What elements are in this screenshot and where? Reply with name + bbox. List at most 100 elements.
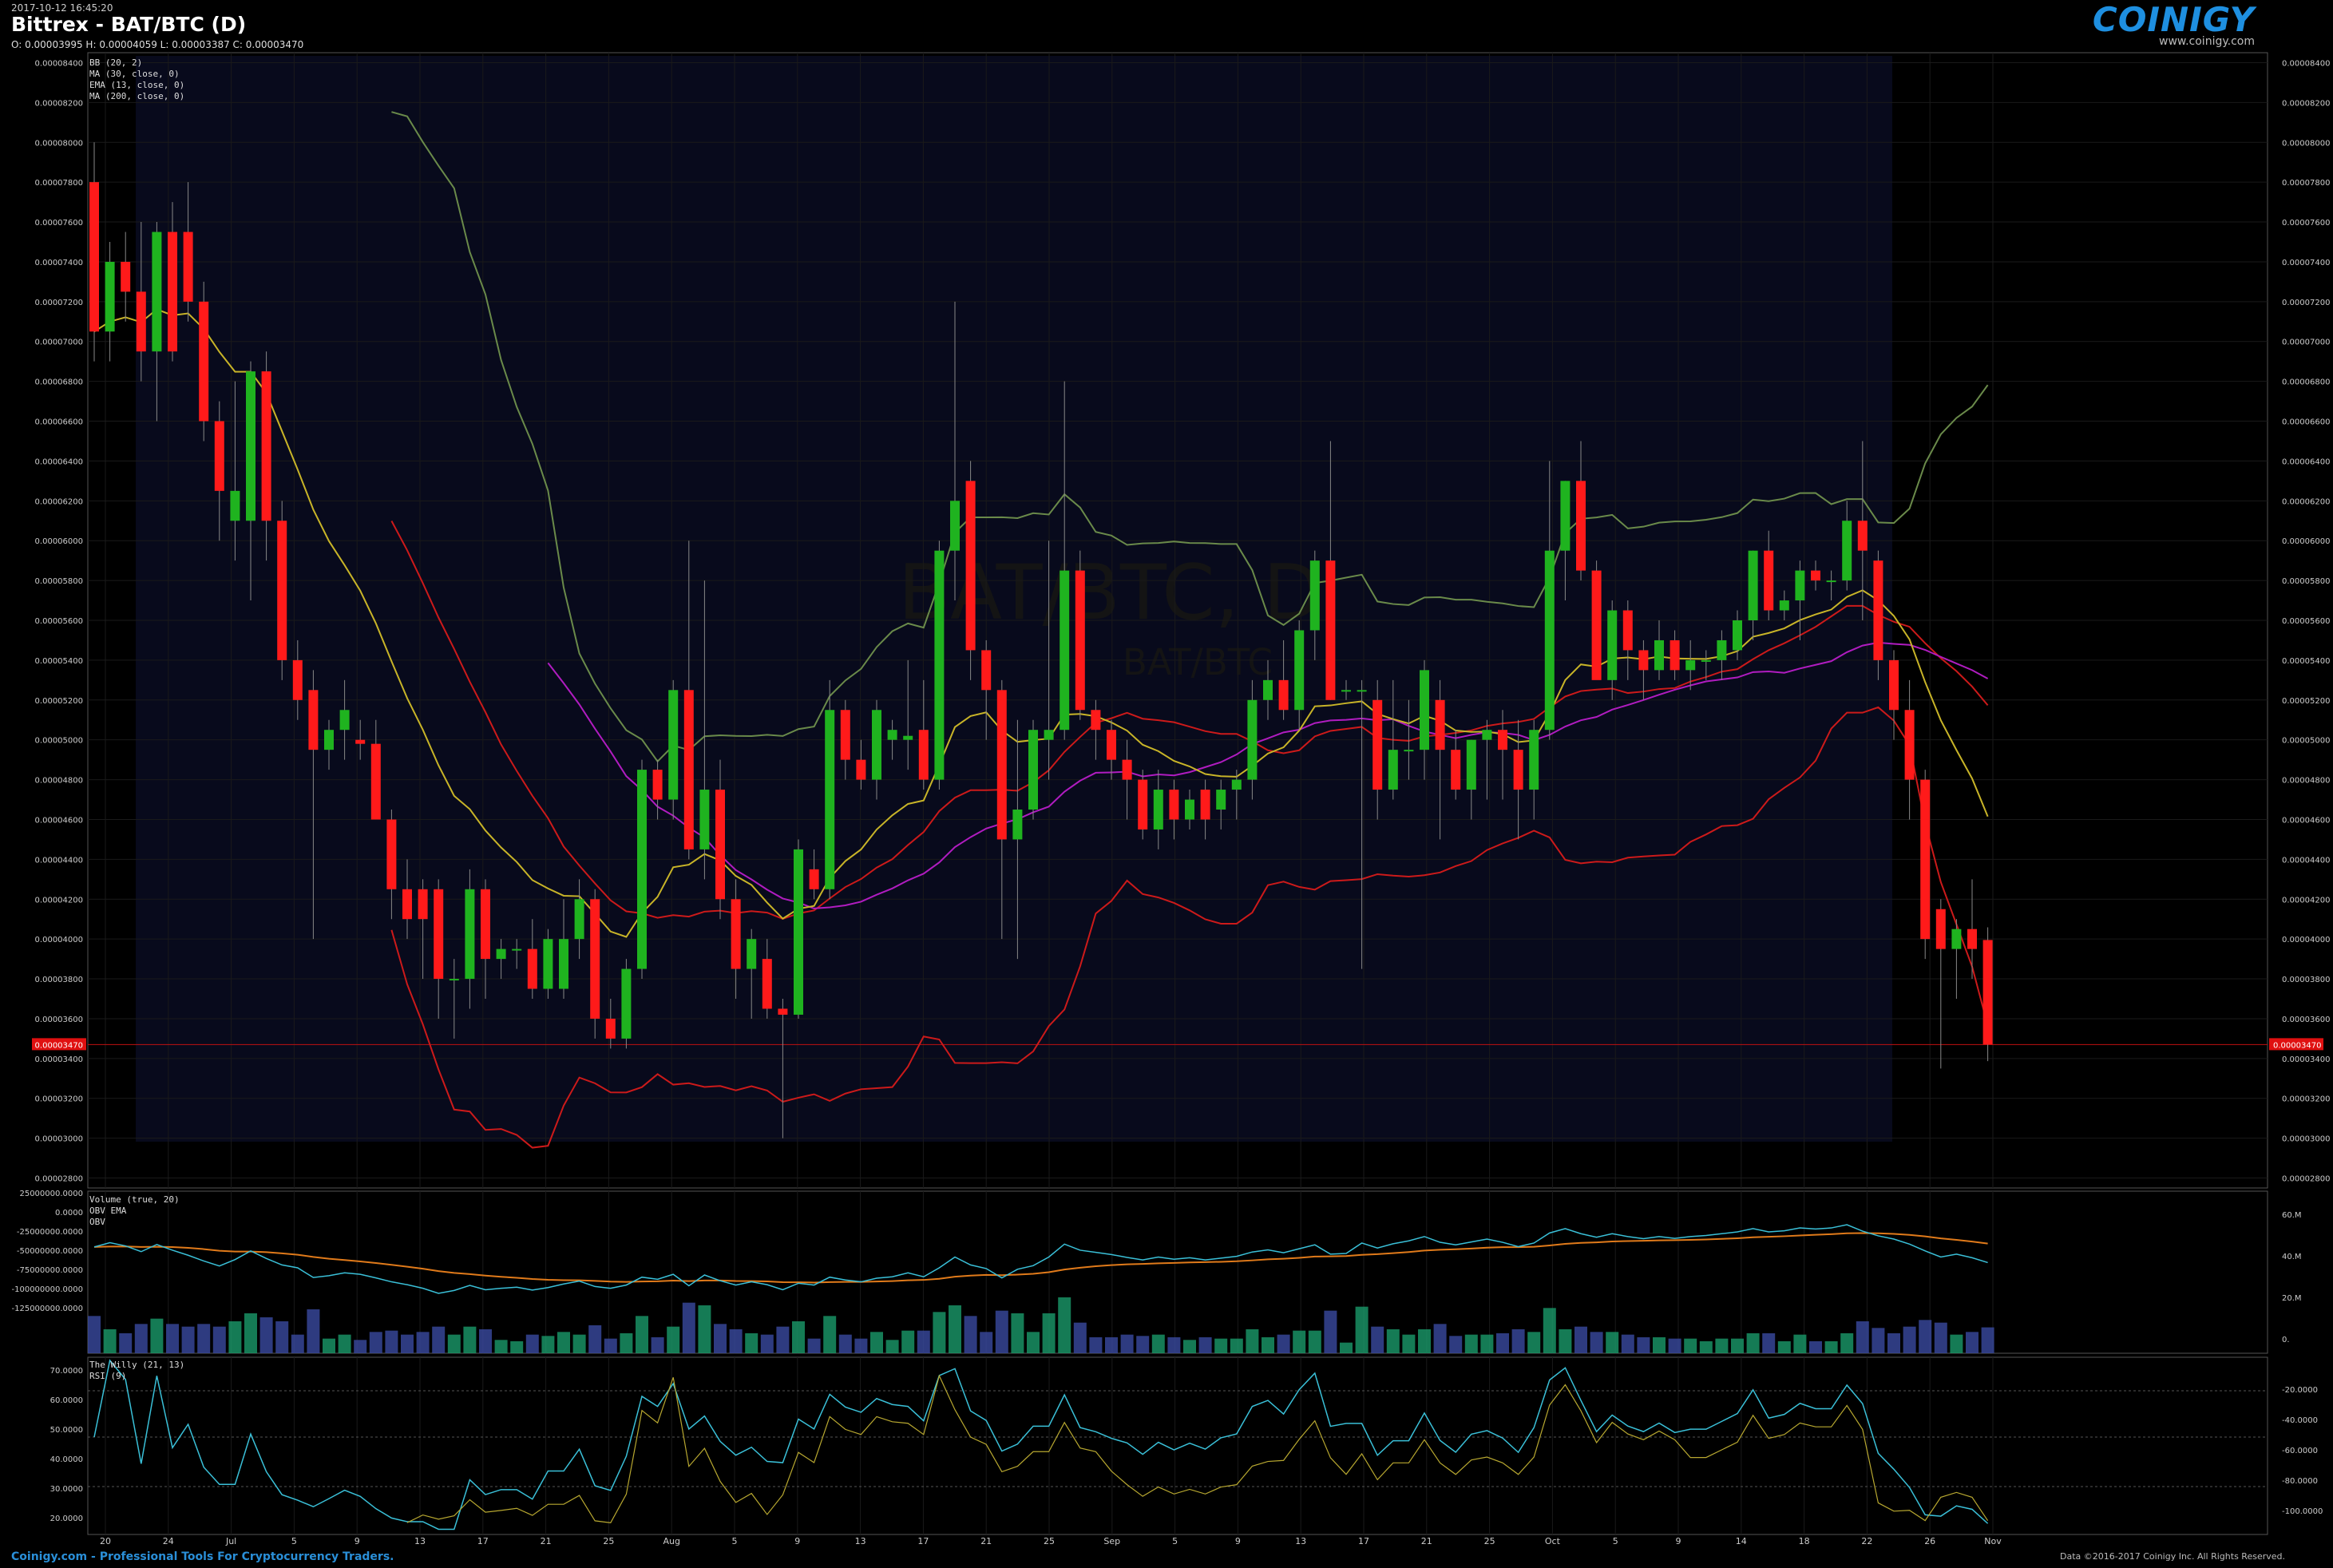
legend-obv[interactable]: OBV xyxy=(89,1217,180,1228)
legend-ma30[interactable]: MA (30, close, 0) xyxy=(89,69,184,80)
volume-bar xyxy=(212,1326,226,1353)
candle-body xyxy=(1889,659,1899,711)
volume-bar xyxy=(823,1316,837,1353)
candle-body xyxy=(637,770,647,969)
candle-body xyxy=(950,501,960,551)
x-tick-label: 13 xyxy=(414,1536,426,1546)
volume-bar xyxy=(494,1340,508,1353)
volume-bar xyxy=(1981,1327,1994,1353)
y-tick-label-left: 0.00003200 xyxy=(35,1095,83,1104)
volume-y-label-right: 0. xyxy=(2282,1336,2290,1344)
candle-body xyxy=(778,1008,788,1015)
candle-body xyxy=(527,948,537,989)
candle-body xyxy=(496,948,506,960)
volume-bar xyxy=(479,1329,492,1353)
x-tick-label: 21 xyxy=(980,1536,992,1546)
candle-body xyxy=(1904,710,1915,780)
candle-body xyxy=(794,849,803,1015)
chart-title: Bittrex - BAT/BTC (D) xyxy=(11,13,247,36)
volume-bar xyxy=(1402,1334,1416,1353)
y-tick-label-right: 0.00007800 xyxy=(2282,179,2330,188)
site-url[interactable]: www.coinigy.com xyxy=(2159,35,2255,48)
candle-body xyxy=(747,939,757,969)
candle-body xyxy=(261,371,271,521)
volume-bar xyxy=(885,1340,899,1353)
volume-bar xyxy=(1699,1341,1713,1353)
footer-tagline[interactable]: Coinigy.com - Professional Tools For Cry… xyxy=(11,1550,394,1563)
x-tick-label: 25 xyxy=(1044,1536,1055,1546)
candle-body xyxy=(1544,550,1555,731)
volume-bar xyxy=(745,1333,759,1353)
volume-y-label-left: 25000000.0000 xyxy=(19,1190,83,1198)
legend-willy[interactable]: The Willy (21, 13) xyxy=(89,1360,184,1371)
volume-bar xyxy=(103,1329,117,1353)
candle-body xyxy=(481,889,490,960)
y-tick-label-left: 0.00003800 xyxy=(35,976,83,984)
candle-body xyxy=(1138,779,1148,830)
osc-y-label-left: 40.0000 xyxy=(50,1455,83,1464)
volume-bar xyxy=(1621,1334,1634,1353)
price-chart[interactable]: BAT/BTC, DBAT/BTC 20 24 Jul 5 9 13 17 21 25 Aug 5 9 1… xyxy=(0,0,2333,1568)
candle-body xyxy=(715,790,725,900)
candle-body xyxy=(1873,560,1883,660)
candle-body xyxy=(903,735,913,740)
candle-body xyxy=(934,550,945,780)
y-tick-label-left: 0.00004400 xyxy=(35,856,83,865)
candle-body xyxy=(1811,570,1820,581)
legend-rsi[interactable]: RSI (9) xyxy=(89,1371,184,1382)
volume-bar xyxy=(1653,1337,1666,1353)
candle-body xyxy=(1951,929,1962,949)
volume-bar xyxy=(1105,1337,1118,1353)
candle-body xyxy=(965,481,976,651)
candle-body xyxy=(355,739,366,744)
x-tick-label: 5 xyxy=(291,1536,297,1546)
y-tick-label-right: 0.00008400 xyxy=(2282,59,2330,68)
current-price-label-right: 0.00003470 xyxy=(2273,1041,2321,1050)
legend-ema13[interactable]: EMA (13, close, 0) xyxy=(89,80,184,91)
candle-body xyxy=(1654,639,1664,671)
volume-y-label-left: -100000000.0000 xyxy=(12,1285,84,1294)
y-tick-label-left: 0.00006000 xyxy=(35,537,83,546)
osc-y-label-right: -60.0000 xyxy=(2282,1447,2318,1455)
volume-bar xyxy=(1089,1337,1103,1353)
volume-bar xyxy=(1340,1342,1353,1353)
candle-body xyxy=(1185,799,1194,820)
volume-y-label-left: -25000000.0000 xyxy=(17,1228,83,1237)
volume-bar xyxy=(541,1336,555,1353)
x-tick-label: 9 xyxy=(1235,1536,1241,1546)
volume-bar xyxy=(870,1332,883,1353)
legend-obv-ema[interactable]: OBV EMA xyxy=(89,1206,180,1217)
candle-body xyxy=(1717,639,1727,660)
candle-body xyxy=(136,291,146,352)
candle-body xyxy=(1153,790,1163,830)
candle-body xyxy=(1842,521,1852,581)
y-tick-label-left: 0.00007800 xyxy=(35,179,83,188)
candle-body xyxy=(543,939,553,989)
candle-body xyxy=(1638,650,1649,671)
candle-body xyxy=(1498,730,1507,750)
y-tick-label-right: 0.00006200 xyxy=(2282,497,2330,506)
candle-body xyxy=(418,889,428,920)
coinigy-logo[interactable]: COINIGY xyxy=(2093,0,2255,39)
x-tick-label: Oct xyxy=(1545,1536,1561,1546)
candle-body xyxy=(1216,790,1226,810)
candle-body xyxy=(1576,481,1586,571)
volume-bar xyxy=(1637,1337,1650,1353)
candle-body xyxy=(1529,730,1539,790)
candle-body xyxy=(1451,750,1461,790)
candle-body xyxy=(1278,679,1289,711)
y-tick-label-right: 0.00005000 xyxy=(2282,737,2330,746)
volume-bar xyxy=(1684,1338,1697,1353)
legend-bb[interactable]: BB (20, 2) xyxy=(89,57,184,69)
y-tick-label-right: 0.00007000 xyxy=(2282,339,2330,347)
volume-bar xyxy=(604,1338,617,1353)
volume-bar xyxy=(525,1334,539,1353)
osc-y-label-left: 30.0000 xyxy=(50,1485,83,1494)
y-tick-label-right: 0.00003800 xyxy=(2282,976,2330,984)
volume-bar xyxy=(166,1324,179,1353)
legend-ma200[interactable]: MA (200, close, 0) xyxy=(89,91,184,102)
ohlc-readout: O: 0.00003995 H: 0.00004059 L: 0.0000338… xyxy=(11,39,304,50)
volume-bar xyxy=(1606,1332,1619,1353)
legend-volume[interactable]: Volume (true, 20) xyxy=(89,1194,180,1206)
volume-bar xyxy=(1198,1337,1212,1353)
